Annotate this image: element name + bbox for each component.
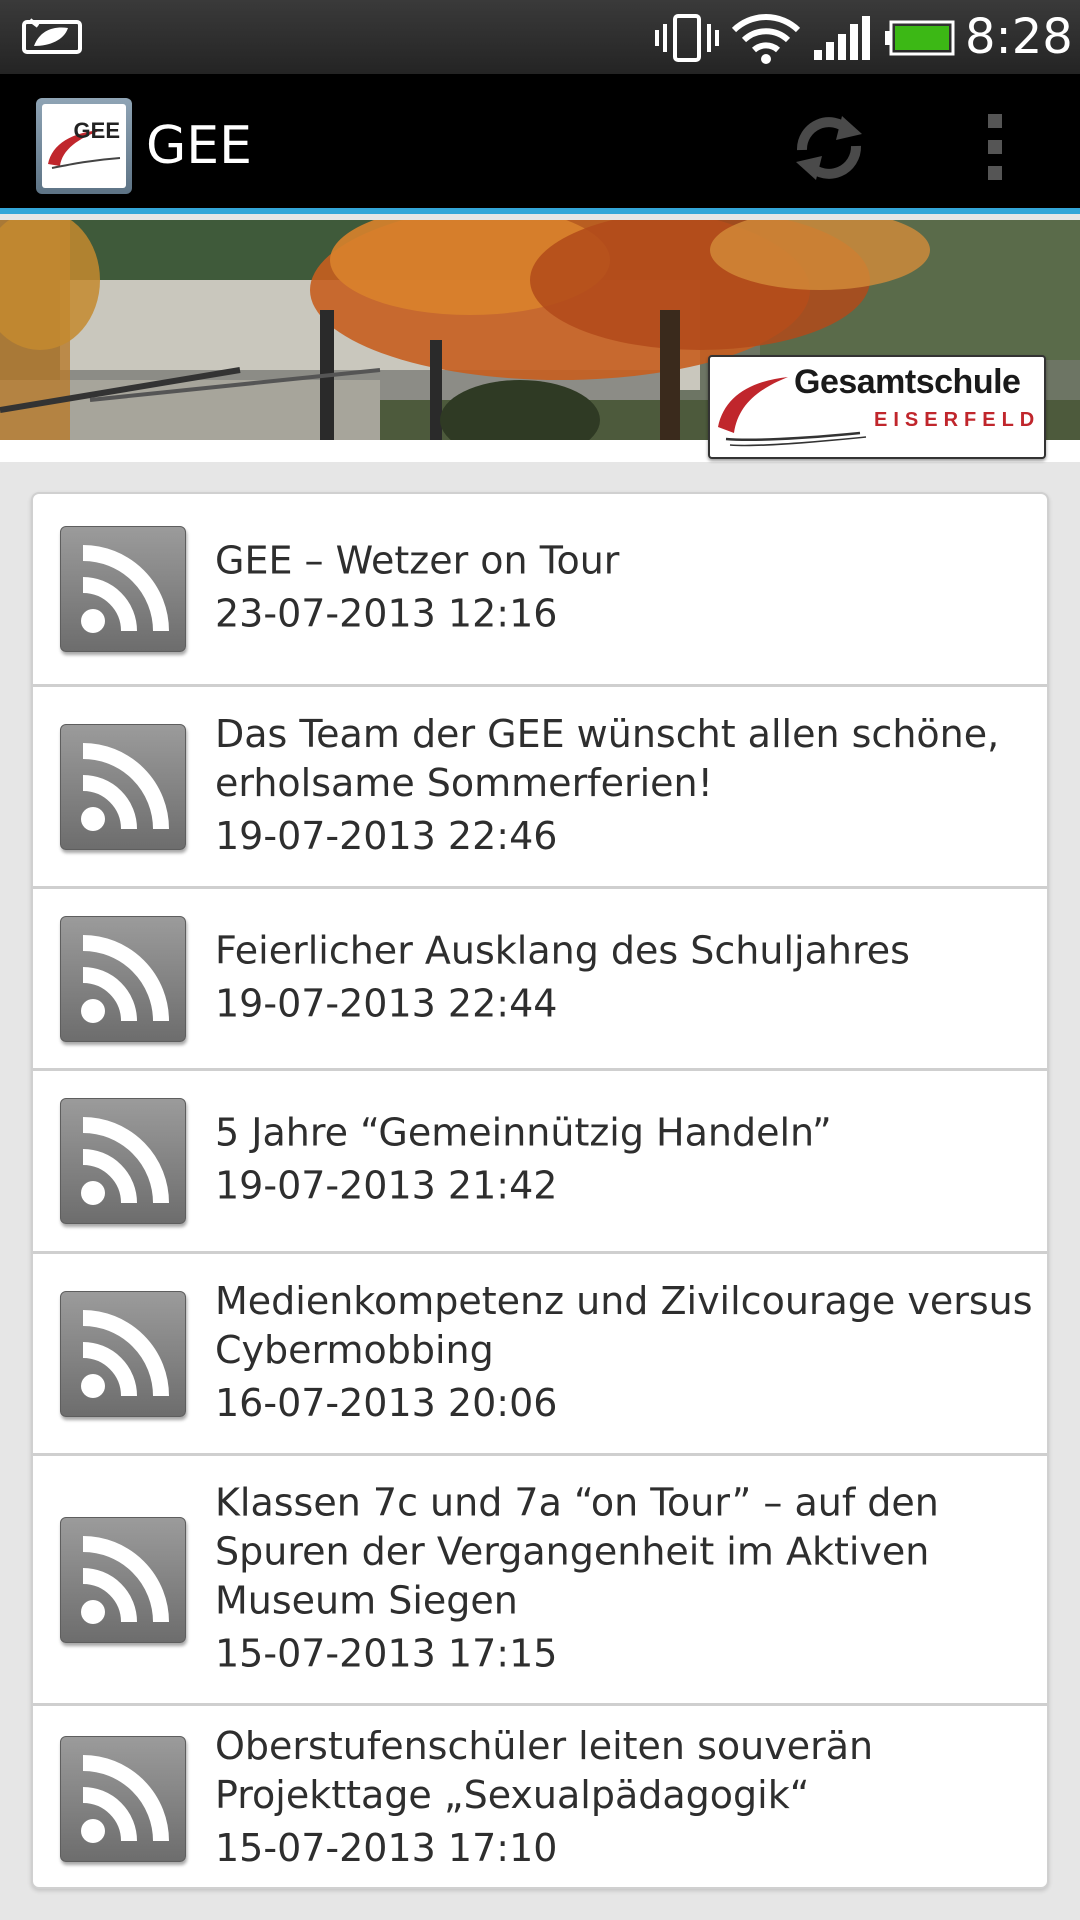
- action-bar-accent: [0, 208, 1080, 214]
- rss-feed-icon: [60, 1735, 186, 1862]
- feed-item-title: Oberstufenschüler leiten souverän Projek…: [215, 1723, 874, 1817]
- feed-item[interactable]: Medienkompetenz und Zivilcourage versus …: [33, 1254, 1047, 1456]
- feed-item-date: 16-07-2013 20:06: [215, 1380, 558, 1425]
- rss-feed-icon: [60, 1098, 186, 1224]
- feed-item[interactable]: Das Team der GEE wünscht allen schöne, e…: [33, 687, 1047, 889]
- app-icon-label: GEE: [73, 118, 120, 143]
- battery-icon: [885, 20, 955, 56]
- feed-item-title: Klassen 7c und 7a “on Tour” – auf den Sp…: [215, 1480, 939, 1622]
- overflow-menu-icon[interactable]: [968, 110, 1024, 186]
- feed-item-date: 23-07-2013 12:16: [215, 591, 558, 636]
- action-bar: GEE GEE: [0, 74, 1080, 214]
- feed-item-date: 15-07-2013 17:15: [215, 1631, 558, 1675]
- school-logo: Gesamtschule EISERFELD: [708, 355, 1046, 459]
- rss-feed-icon: [60, 723, 186, 850]
- school-logo-subtitle: EISERFELD: [874, 409, 1041, 431]
- feed-item-title: GEE – Wetzer on Tour: [215, 538, 620, 583]
- feed-item-date: 19-07-2013 22:46: [215, 813, 558, 858]
- wifi-icon: [731, 14, 801, 64]
- rss-feed-icon: [60, 1290, 186, 1417]
- news-feed-list: GEE – Wetzer on Tour 23-07-2013 12:16 Da…: [31, 492, 1049, 1889]
- status-clock: 8:28: [965, 9, 1073, 65]
- app-title: GEE: [146, 116, 253, 176]
- feed-item-date: 19-07-2013 21:42: [215, 1163, 558, 1208]
- feed-item-date: 19-07-2013 22:44: [215, 981, 558, 1025]
- feed-item[interactable]: 5 Jahre “Gemeinnützig Handeln” 19-07-201…: [33, 1071, 1047, 1254]
- feed-item-title: Medienkompetenz und Zivilcourage versus …: [215, 1278, 1033, 1372]
- feed-item[interactable]: Oberstufenschüler leiten souverän Projek…: [33, 1706, 1047, 1887]
- feed-item-title: Das Team der GEE wünscht allen schöne, e…: [215, 711, 1000, 805]
- vibrate-icon: [655, 14, 719, 62]
- rss-feed-icon: [60, 915, 186, 1042]
- feed-item[interactable]: Feierlicher Ausklang des Schuljahres 19-…: [33, 889, 1047, 1071]
- feed-item-title: Feierlicher Ausklang des Schuljahres: [215, 928, 910, 972]
- status-bar: 8:28: [0, 0, 1080, 74]
- signal-icon: [814, 16, 870, 60]
- notification-leaf-icon: [22, 18, 82, 54]
- rss-feed-icon: [60, 1516, 186, 1643]
- rss-feed-icon: [60, 526, 186, 652]
- feed-item-date: 15-07-2013 17:10: [215, 1825, 558, 1870]
- app-icon[interactable]: GEE: [36, 98, 132, 194]
- refresh-icon[interactable]: [786, 110, 872, 186]
- feed-item[interactable]: Klassen 7c und 7a “on Tour” – auf den Sp…: [33, 1456, 1047, 1706]
- school-logo-name: Gesamtschule: [794, 363, 1021, 401]
- feed-item[interactable]: GEE – Wetzer on Tour 23-07-2013 12:16: [33, 494, 1047, 687]
- feed-item-title: 5 Jahre “Gemeinnützig Handeln”: [215, 1110, 832, 1155]
